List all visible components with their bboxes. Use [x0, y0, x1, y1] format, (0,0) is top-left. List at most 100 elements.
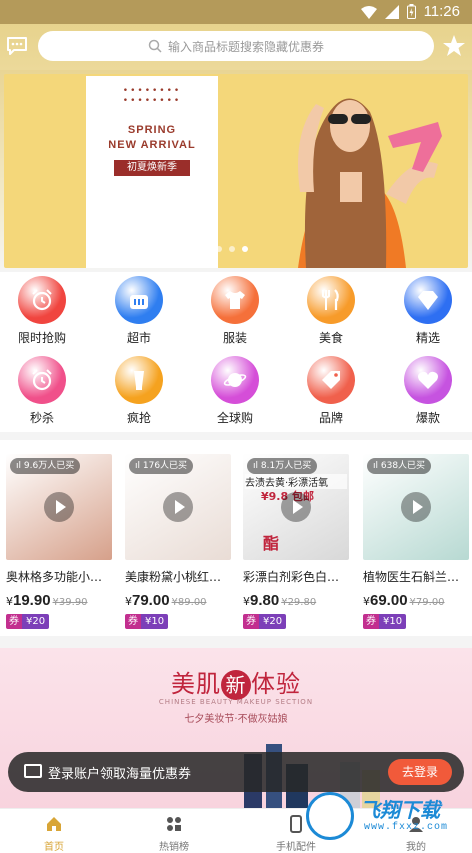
category-item[interactable]: 精选: [383, 276, 472, 346]
status-icons: 11:26: [360, 3, 460, 20]
top-bar: 输入商品标题搜索隐藏优惠券: [0, 24, 472, 70]
current-price: 19.90: [13, 592, 51, 609]
star-icon[interactable]: [442, 34, 466, 58]
category-label: 超市: [126, 331, 151, 345]
banner-dots-bottom: ••••••••: [122, 96, 182, 106]
promo-title-right: 体验: [251, 670, 301, 698]
sales-count: 9.6万人已买: [23, 461, 75, 471]
category-label: 服装: [222, 331, 247, 345]
current-price: 9.80: [250, 592, 280, 609]
sales-badge: ıl 638人已买: [367, 458, 432, 474]
category-grid: 限时抢购 超市 服装 美食 精选秒杀 疯抢 全球购 品牌 爆款: [0, 272, 472, 432]
diamond-icon: [404, 276, 452, 324]
category-item[interactable]: 全球购: [190, 356, 280, 426]
product-price: ¥19.90 ¥39.90: [6, 590, 112, 609]
product-overlay-char: 酯: [263, 534, 280, 553]
currency-symbol: ¥: [363, 595, 370, 608]
login-prompt-text: 登录账户领取海量优惠券: [48, 767, 192, 782]
coupon-badge: 券 ¥20: [243, 614, 287, 629]
promo-subtitle-en: CHINESE BEAUTY MAKEUP SECTION: [158, 698, 314, 706]
tab-item[interactable]: 首页: [14, 815, 94, 853]
category-item[interactable]: 限时抢购: [0, 276, 87, 346]
promo-title-mid: 新: [221, 670, 251, 700]
coupon-value: ¥20: [22, 614, 50, 629]
coupon-badge: 券 ¥20: [6, 614, 50, 629]
category-label: 精选: [415, 331, 440, 345]
original-price: ¥89.00: [171, 597, 207, 608]
category-item[interactable]: 品牌: [286, 356, 376, 426]
sales-badge: ıl 9.6万人已买: [10, 458, 81, 474]
login-button[interactable]: 去登录: [388, 759, 452, 785]
coupon-label: 券: [363, 614, 379, 629]
play-icon[interactable]: [281, 492, 311, 522]
category-item[interactable]: 秒杀: [0, 356, 87, 426]
coupon-label: 券: [243, 614, 259, 629]
product-thumbnail[interactable]: ıl 638人已买: [363, 454, 469, 560]
category-item[interactable]: 服装: [190, 276, 280, 346]
tab-label: 热销榜: [159, 842, 189, 853]
original-price: ¥79.00: [409, 597, 445, 608]
pager-dot: [229, 246, 235, 252]
banner-carousel[interactable]: •••••••• •••••••• SPRING NEW ARRIVAL 初夏焕…: [4, 74, 468, 268]
currency-symbol: ¥: [6, 595, 13, 608]
promo-subtitle: 七夕美妆节·不做灰姑娘: [184, 714, 288, 725]
product-price: ¥79.00 ¥89.00: [125, 590, 231, 609]
product-card[interactable]: ıl 176人已买 美康粉黛小桃红… ¥79.00 ¥89.00 券 ¥10: [125, 454, 231, 629]
category-item[interactable]: 超市: [94, 276, 184, 346]
login-prompt-bar: 登录账户领取海量优惠券 去登录: [8, 752, 464, 792]
chart-bars-icon: ıl: [373, 461, 381, 471]
pager-dot: [216, 246, 222, 252]
message-icon[interactable]: [6, 36, 28, 56]
category-label: 全球购: [216, 411, 253, 425]
promo-title: 美肌新体验: [0, 664, 472, 700]
search-input[interactable]: 输入商品标题搜索隐藏优惠券: [38, 31, 434, 61]
product-name: 奥林格多功能小…: [6, 570, 103, 584]
banner-line2: NEW ARRIVAL: [108, 139, 196, 151]
category-label: 秒杀: [29, 411, 54, 425]
play-icon[interactable]: [401, 492, 431, 522]
category-item[interactable]: 爆款: [383, 356, 472, 426]
category-item[interactable]: 美食: [286, 276, 376, 346]
watermark-url: www.fxxz.com: [364, 822, 449, 833]
play-icon[interactable]: [163, 492, 193, 522]
product-thumbnail[interactable]: ıl 9.6万人已买: [6, 454, 112, 560]
sales-badge: ıl 176人已买: [129, 458, 194, 474]
product-thumbnail[interactable]: 去渍去黄·彩漂活氧 ¥9.8 包邮酯 ıl 8.1万人已买: [243, 454, 349, 560]
tshirt-icon: [211, 276, 259, 324]
product-list: ıl 9.6万人已买 奥林格多功能小… ¥19.90 ¥39.90 券 ¥20 ıl 176…: [0, 440, 472, 636]
watermark-title: 飞翔下载: [360, 798, 440, 822]
grid-icon: [167, 817, 181, 831]
sales-count: 8.1万人已买: [260, 461, 312, 471]
product-name: 彩漂白剂彩色白…: [243, 570, 340, 584]
coupon-badge: 券 ¥10: [125, 614, 169, 629]
banner-model-image: [298, 98, 442, 268]
play-icon[interactable]: [44, 492, 74, 522]
chart-bars-icon: ıl: [135, 461, 143, 471]
coupon-value: ¥20: [259, 614, 287, 629]
product-thumbnail[interactable]: ıl 176人已买: [125, 454, 231, 560]
watermark-logo: 飞翔下载 www.fxxz.com: [304, 790, 472, 853]
product-name: 植物医生石斛兰…: [363, 570, 460, 584]
tab-label: 首页: [44, 842, 64, 853]
alarm-clock-icon: [18, 276, 66, 324]
ticket-icon: [24, 764, 42, 778]
product-card[interactable]: 去渍去黄·彩漂活氧 ¥9.8 包邮酯 ıl 8.1万人已买 彩漂白剂彩色白… ¥9.80…: [243, 454, 349, 629]
product-card[interactable]: ıl 9.6万人已买奥林格多功能小… ¥19.90 ¥39.90 券 ¥20: [6, 454, 112, 629]
status-time: 11:26: [423, 3, 460, 20]
coupon-value: ¥10: [141, 614, 169, 629]
alarm-clock-icon: [18, 356, 66, 404]
sales-badge: ıl 8.1万人已买: [247, 458, 318, 474]
tab-item[interactable]: 热销榜: [134, 815, 214, 853]
product-price: ¥9.80 ¥29.80: [243, 590, 349, 609]
current-price: 79.00: [132, 592, 170, 609]
promo-title-left: 美肌: [171, 670, 221, 698]
banner-card: •••••••• •••••••• SPRING NEW ARRIVAL 初夏焕…: [86, 76, 218, 268]
product-card[interactable]: ıl 638人已买 植物医生石斛兰… ¥69.00 ¥79.00 券 ¥10: [363, 454, 469, 629]
category-label: 美食: [318, 331, 343, 345]
banner-section: •••••••• •••••••• SPRING NEW ARRIVAL 初夏焕…: [0, 70, 472, 272]
category-label: 疯抢: [126, 411, 151, 425]
product-price: ¥69.00 ¥79.00: [363, 590, 469, 609]
shopping-basket-icon: [115, 276, 163, 324]
category-item[interactable]: 疯抢: [94, 356, 184, 426]
current-price: 69.00: [370, 592, 408, 609]
